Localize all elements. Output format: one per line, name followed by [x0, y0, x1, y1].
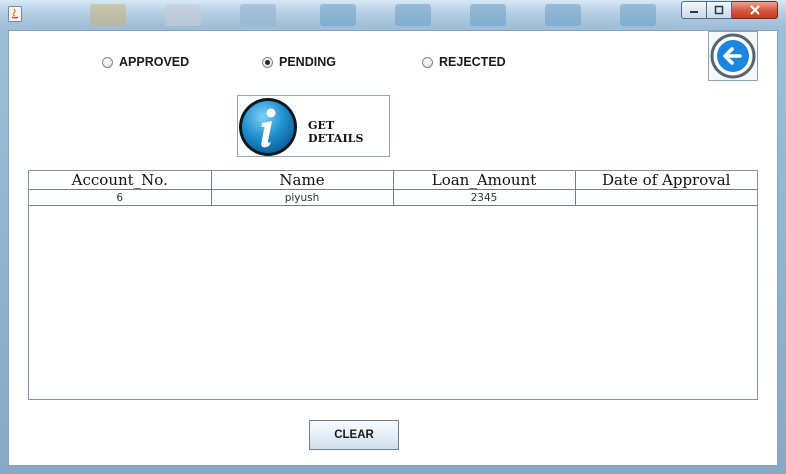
app-window: APPROVED PENDING REJECTED GET DETAILS Ac… — [0, 0, 786, 474]
get-details-label: GET DETAILS — [308, 119, 364, 145]
back-button[interactable] — [708, 31, 758, 81]
column-header-name[interactable]: Name — [210, 171, 394, 190]
info-icon — [239, 98, 297, 156]
java-icon — [8, 6, 22, 22]
radio-indicator[interactable] — [102, 56, 113, 68]
close-icon — [749, 5, 760, 15]
background-glyph — [240, 4, 276, 26]
loans-grid: Account_No. Name Loan_Amount Date of App… — [29, 171, 757, 206]
back-arrow-icon — [710, 33, 756, 79]
column-header-date-of-approval[interactable]: Date of Approval — [574, 171, 757, 190]
background-glyph — [165, 4, 201, 26]
cell-account-no[interactable]: 6 — [29, 189, 212, 206]
radio-rejected[interactable]: REJECTED — [422, 55, 506, 69]
clear-button[interactable]: CLEAR — [309, 420, 399, 450]
minimize-button[interactable] — [681, 1, 707, 19]
radio-indicator[interactable] — [262, 56, 273, 68]
background-glyph — [545, 4, 581, 26]
main-panel: APPROVED PENDING REJECTED GET DETAILS Ac… — [8, 30, 778, 466]
column-header-loan-amount[interactable]: Loan_Amount — [392, 171, 576, 190]
radio-pending[interactable]: PENDING — [262, 55, 336, 69]
close-button[interactable] — [732, 1, 778, 19]
background-glyph — [90, 4, 126, 26]
cell-loan-amount[interactable]: 2345 — [392, 189, 576, 206]
radio-label: REJECTED — [439, 55, 506, 69]
title-bar[interactable] — [0, 0, 786, 28]
window-controls — [681, 1, 778, 21]
minimize-icon — [690, 11, 698, 13]
loans-table[interactable]: Account_No. Name Loan_Amount Date of App… — [28, 170, 758, 400]
background-glyph — [395, 4, 431, 26]
radio-label: PENDING — [279, 55, 336, 69]
radio-approved[interactable]: APPROVED — [102, 55, 189, 69]
table-row[interactable]: 6 piyush 2345 — [29, 189, 757, 206]
maximize-button[interactable] — [707, 1, 732, 19]
cell-date-of-approval[interactable] — [574, 189, 757, 206]
maximize-icon — [714, 5, 724, 15]
background-glyph — [620, 4, 656, 26]
radio-label: APPROVED — [119, 55, 190, 69]
column-header-account-no[interactable]: Account_No. — [29, 171, 212, 190]
radio-indicator[interactable] — [422, 56, 433, 68]
table-header-row: Account_No. Name Loan_Amount Date of App… — [29, 171, 757, 190]
get-details-button[interactable]: GET DETAILS — [237, 95, 390, 157]
cell-name[interactable]: piyush — [210, 189, 394, 206]
background-glyph — [320, 4, 356, 26]
background-glyph — [470, 4, 506, 26]
